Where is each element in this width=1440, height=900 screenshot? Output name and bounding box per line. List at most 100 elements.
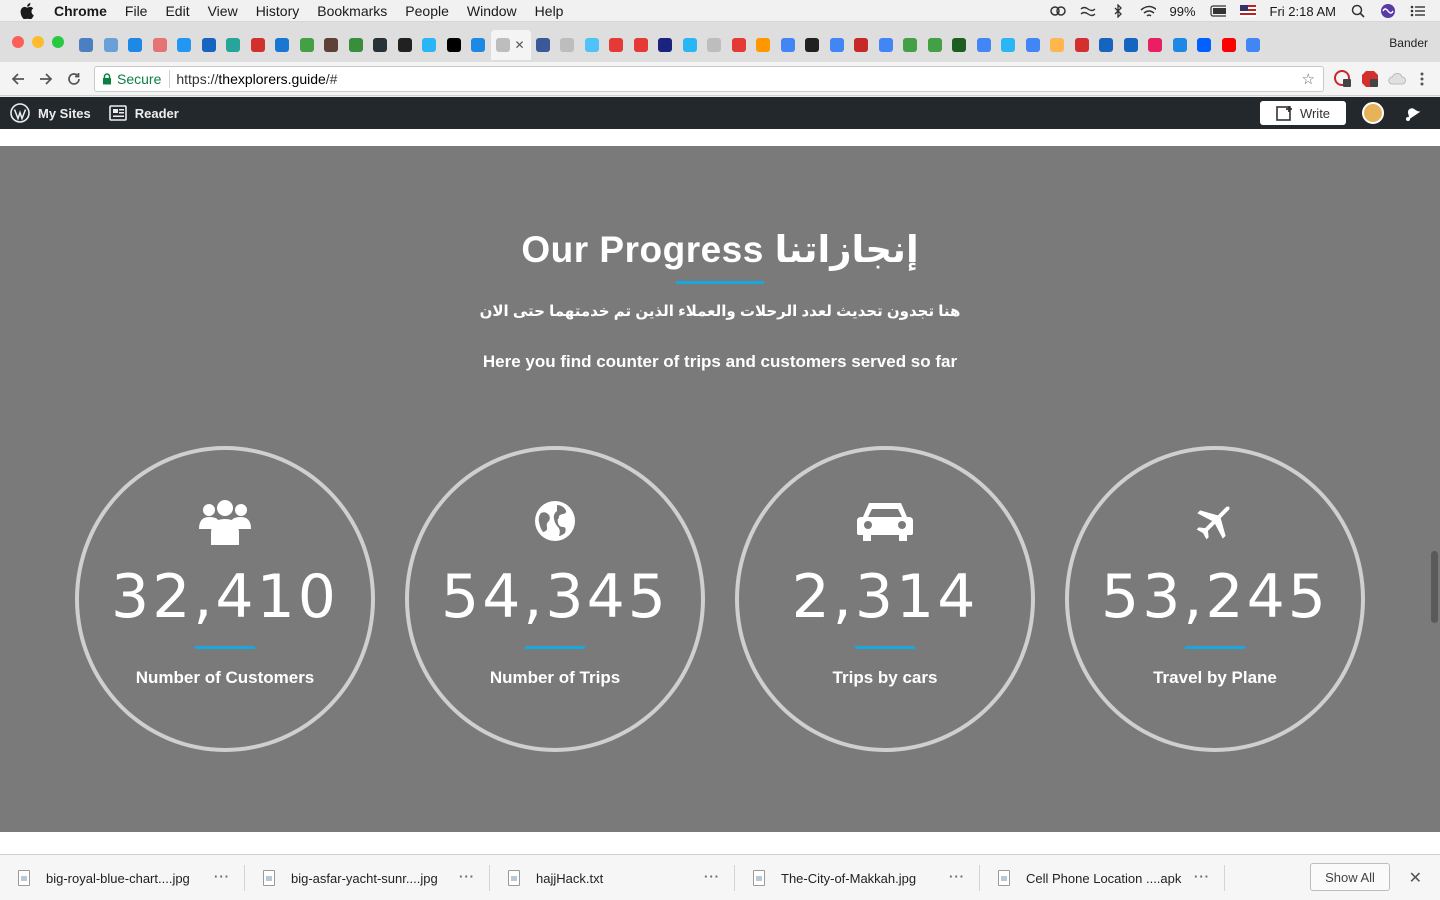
address-bar[interactable]: Secure https://thexplorers.guide/# ☆	[94, 66, 1324, 92]
browser-tab[interactable]	[148, 30, 173, 60]
download-options-icon[interactable]: ···	[1194, 869, 1210, 884]
close-window-button[interactable]	[12, 36, 24, 48]
browser-tab[interactable]	[99, 30, 124, 60]
browser-tab[interactable]	[270, 30, 295, 60]
browser-tab[interactable]	[197, 30, 222, 60]
browser-tab[interactable]	[849, 30, 874, 60]
browser-tab[interactable]	[555, 30, 580, 60]
profile-name[interactable]: Bander	[1389, 36, 1428, 50]
menu-window[interactable]: Window	[467, 3, 517, 19]
browser-tab[interactable]	[580, 30, 605, 60]
user-avatar[interactable]	[1362, 102, 1384, 124]
browser-tab[interactable]	[246, 30, 271, 60]
creative-cloud-icon[interactable]	[1049, 4, 1066, 18]
menu-app-name[interactable]: Chrome	[54, 3, 107, 19]
browser-tab[interactable]	[466, 30, 491, 60]
download-item[interactable]: Cell Phone Location ....apk ···	[998, 855, 1210, 900]
reload-button[interactable]	[60, 65, 88, 93]
download-item[interactable]: The-City-of-Makkah.jpg ···	[753, 855, 965, 900]
menu-file[interactable]: File	[125, 3, 148, 19]
browser-tab[interactable]	[319, 30, 344, 60]
browser-tab[interactable]	[604, 30, 629, 60]
bookmark-star-icon[interactable]: ☆	[1302, 70, 1315, 88]
browser-tab[interactable]	[1192, 30, 1217, 60]
browser-tab[interactable]	[923, 30, 948, 60]
bluetooth-icon[interactable]	[1110, 4, 1126, 18]
secure-indicator[interactable]: Secure	[95, 70, 171, 88]
spotlight-search-icon[interactable]	[1350, 4, 1366, 18]
browser-tab[interactable]	[678, 30, 703, 60]
browser-tab[interactable]	[295, 30, 320, 60]
browser-tab[interactable]	[1094, 30, 1119, 60]
browser-tab[interactable]	[442, 30, 467, 60]
zoom-window-button[interactable]	[52, 36, 64, 48]
browser-tab[interactable]	[221, 30, 246, 60]
browser-tab[interactable]	[344, 30, 369, 60]
extension-cloud-icon[interactable]	[1387, 69, 1407, 89]
browser-tab[interactable]	[1070, 30, 1095, 60]
menu-help[interactable]: Help	[535, 3, 564, 19]
active-tab[interactable]: ✕	[490, 30, 531, 60]
minimize-window-button[interactable]	[32, 36, 44, 48]
browser-tab[interactable]	[531, 30, 556, 60]
notifications-bell-icon[interactable]	[1402, 103, 1422, 126]
menu-people[interactable]: People	[405, 3, 449, 19]
battery-icon[interactable]	[1209, 4, 1226, 18]
browser-tab[interactable]	[727, 30, 752, 60]
download-item[interactable]: big-asfar-yacht-sunr....jpg ···	[263, 855, 475, 900]
browser-tab[interactable]	[702, 30, 727, 60]
browser-tab[interactable]	[996, 30, 1021, 60]
my-sites-menu[interactable]: My Sites	[10, 103, 91, 123]
us-flag-icon[interactable]	[1239, 4, 1256, 18]
browser-tab[interactable]	[172, 30, 197, 60]
apple-icon[interactable]	[20, 2, 38, 19]
download-options-icon[interactable]: ···	[459, 869, 475, 884]
browser-tab[interactable]	[629, 30, 654, 60]
browser-tab[interactable]	[898, 30, 923, 60]
wave-icon[interactable]	[1080, 4, 1096, 18]
menu-edit[interactable]: Edit	[165, 3, 189, 19]
download-item[interactable]: big-royal-blue-chart....jpg ···	[18, 855, 230, 900]
browser-tab[interactable]	[74, 30, 99, 60]
browser-tab[interactable]	[1119, 30, 1144, 60]
browser-tab[interactable]	[1168, 30, 1193, 60]
extension-adblock-icon[interactable]	[1360, 69, 1380, 89]
browser-tab[interactable]	[1045, 30, 1070, 60]
browser-tab[interactable]	[776, 30, 801, 60]
menu-bookmarks[interactable]: Bookmarks	[317, 3, 387, 19]
reader-menu[interactable]: Reader	[108, 105, 179, 121]
menu-view[interactable]: View	[208, 3, 238, 19]
browser-tab[interactable]	[393, 30, 418, 60]
page-scrollbar-thumb[interactable]	[1431, 551, 1438, 623]
browser-tab[interactable]	[1217, 30, 1242, 60]
download-options-icon[interactable]: ···	[949, 869, 965, 884]
download-item[interactable]: hajjHack.txt ···	[508, 855, 720, 900]
browser-tab[interactable]	[1241, 30, 1266, 60]
browser-tab[interactable]	[972, 30, 997, 60]
write-button[interactable]: Write	[1260, 101, 1346, 125]
browser-tab[interactable]	[123, 30, 148, 60]
browser-tab[interactable]	[1021, 30, 1046, 60]
menubar-clock[interactable]: Fri 2:18 AM	[1270, 4, 1336, 19]
url-text[interactable]: https://thexplorers.guide/#	[170, 71, 337, 87]
extension-shield-icon[interactable]	[1333, 69, 1353, 89]
siri-icon[interactable]	[1380, 4, 1396, 18]
download-options-icon[interactable]: ···	[214, 869, 230, 884]
browser-tab[interactable]	[874, 30, 899, 60]
browser-tab[interactable]	[947, 30, 972, 60]
browser-tab[interactable]	[800, 30, 825, 60]
browser-tab[interactable]	[1143, 30, 1168, 60]
browser-tab[interactable]	[751, 30, 776, 60]
close-tab-icon[interactable]: ✕	[514, 38, 524, 52]
download-options-icon[interactable]: ···	[704, 869, 720, 884]
browser-tab[interactable]	[368, 30, 393, 60]
browser-tab[interactable]	[653, 30, 678, 60]
forward-button[interactable]	[32, 65, 60, 93]
browser-tab[interactable]	[825, 30, 850, 60]
back-button[interactable]	[4, 65, 32, 93]
chrome-menu-icon[interactable]	[1412, 69, 1432, 89]
show-all-downloads-button[interactable]: Show All	[1310, 863, 1390, 891]
close-shelf-icon[interactable]: ✕	[1409, 868, 1422, 888]
browser-tab[interactable]	[417, 30, 442, 60]
notification-center-icon[interactable]	[1410, 4, 1426, 18]
